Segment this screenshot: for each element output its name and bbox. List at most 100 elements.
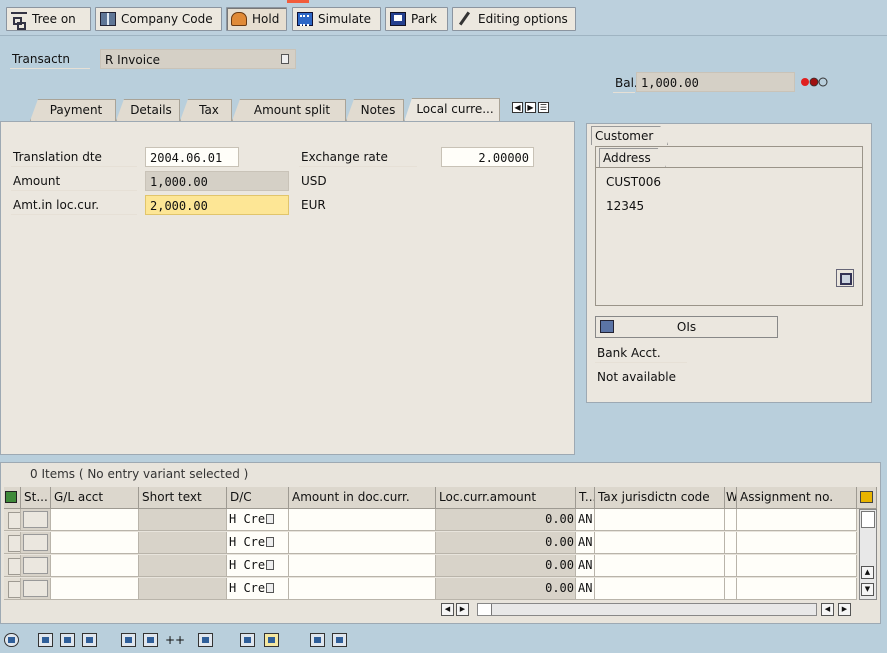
tax-code-cell[interactable]: AN bbox=[576, 578, 595, 600]
delete-row-icon[interactable] bbox=[198, 633, 213, 647]
tab-list-icon[interactable]: ☰ bbox=[538, 102, 549, 113]
vertical-scroll-thumb[interactable] bbox=[861, 511, 875, 528]
select-block-icon[interactable] bbox=[38, 633, 53, 647]
column-amount-doc[interactable]: Amount in doc.curr. bbox=[289, 487, 436, 509]
local-amount-input[interactable]: 2,000.00 bbox=[145, 195, 289, 215]
address-details-icon[interactable] bbox=[836, 269, 854, 287]
insert-row-icon[interactable] bbox=[121, 633, 136, 647]
select-all-icon[interactable] bbox=[4, 487, 21, 509]
status-button[interactable] bbox=[23, 534, 48, 551]
horizontal-scrollbar[interactable] bbox=[477, 603, 817, 616]
dc-cell[interactable]: H Cre bbox=[227, 578, 289, 600]
customer-tab[interactable]: Customer bbox=[591, 126, 668, 145]
ois-button[interactable]: OIs bbox=[595, 316, 778, 338]
amount-doc-cell[interactable] bbox=[289, 578, 436, 600]
select-all-rows-icon[interactable] bbox=[60, 633, 75, 647]
company-code-icon bbox=[100, 12, 116, 26]
tab-scroll-right-icon[interactable]: ▶ bbox=[525, 102, 536, 113]
tab-notes[interactable]: Notes bbox=[346, 99, 404, 121]
dropdown-icon[interactable] bbox=[266, 583, 275, 593]
scroll-up-icon[interactable]: ▲ bbox=[861, 566, 874, 579]
column-tax-jurisdiction[interactable]: Tax jurisdictn code bbox=[595, 487, 725, 509]
gl-account-cell[interactable] bbox=[51, 555, 139, 577]
column-dc[interactable]: D/C bbox=[227, 487, 289, 509]
park-button[interactable]: Park bbox=[385, 7, 448, 31]
column-local-amount[interactable]: Loc.curr.amount bbox=[436, 487, 576, 509]
status-button[interactable] bbox=[23, 580, 48, 597]
address-line-1: CUST006 bbox=[606, 175, 662, 189]
assignment-cell[interactable] bbox=[737, 509, 857, 531]
page-right-icon[interactable]: ▶ bbox=[456, 603, 469, 616]
exchange-rate-input[interactable]: 2.00000 bbox=[441, 147, 534, 167]
tax-code-cell[interactable]: AN bbox=[576, 509, 595, 531]
horizontal-scroll-thumb[interactable] bbox=[478, 604, 492, 615]
column-settings-icon[interactable] bbox=[857, 487, 877, 509]
assignment-cell[interactable] bbox=[737, 555, 857, 577]
hold-button[interactable]: Hold bbox=[226, 7, 287, 31]
status-button[interactable] bbox=[23, 511, 48, 528]
tab-amount-split[interactable]: Amount split bbox=[232, 99, 346, 121]
tab-scroll-left-icon[interactable]: ◀ bbox=[512, 102, 523, 113]
deselect-all-icon[interactable] bbox=[82, 633, 97, 647]
column-assignment[interactable]: Assignment no. bbox=[737, 487, 857, 509]
tax-code-cell[interactable]: AN bbox=[576, 532, 595, 554]
column-gl-account[interactable]: G/L acct bbox=[51, 487, 139, 509]
assignment-cell[interactable] bbox=[737, 578, 857, 600]
editing-options-button[interactable]: Editing options bbox=[452, 7, 576, 31]
dropdown-icon[interactable] bbox=[266, 514, 275, 524]
gl-account-cell[interactable] bbox=[51, 578, 139, 600]
move-icon[interactable]: ++ bbox=[165, 633, 185, 647]
filter-icon[interactable] bbox=[332, 633, 347, 647]
tax-code-cell[interactable]: AN bbox=[576, 555, 595, 577]
w-cell[interactable] bbox=[725, 509, 737, 531]
tax-jurisdiction-cell[interactable] bbox=[595, 532, 725, 554]
dc-cell[interactable]: H Cre bbox=[227, 532, 289, 554]
w-cell[interactable] bbox=[725, 578, 737, 600]
tree-on-button[interactable]: Tree on bbox=[6, 7, 91, 31]
tax-jurisdiction-cell[interactable] bbox=[595, 555, 725, 577]
row-selector[interactable] bbox=[4, 509, 21, 531]
tax-jurisdiction-cell[interactable] bbox=[595, 509, 725, 531]
print-icon[interactable] bbox=[310, 633, 325, 647]
address-tab[interactable]: Address bbox=[599, 148, 666, 167]
transaction-select[interactable]: R Invoice bbox=[100, 49, 296, 69]
row-selector[interactable] bbox=[4, 578, 21, 600]
dc-cell[interactable]: H Cre bbox=[227, 555, 289, 577]
w-cell[interactable] bbox=[725, 532, 737, 554]
gl-account-cell[interactable] bbox=[51, 509, 139, 531]
amount-doc-cell[interactable] bbox=[289, 555, 436, 577]
column-short-text[interactable]: Short text bbox=[139, 487, 227, 509]
column-w[interactable]: W bbox=[725, 487, 737, 509]
dc-cell[interactable]: H Cre bbox=[227, 509, 289, 531]
search-icon[interactable] bbox=[4, 633, 19, 647]
tax-jurisdiction-cell[interactable] bbox=[595, 578, 725, 600]
dropdown-icon[interactable] bbox=[266, 560, 275, 570]
w-cell[interactable] bbox=[725, 555, 737, 577]
short-text-cell bbox=[139, 509, 227, 531]
column-status[interactable]: St... bbox=[21, 487, 51, 509]
column-tax[interactable]: T... bbox=[576, 487, 595, 509]
tab-local-currency[interactable]: Local curre... bbox=[404, 98, 500, 122]
tab-payment[interactable]: Payment bbox=[30, 99, 116, 121]
row-selector[interactable] bbox=[4, 532, 21, 554]
scroll-right-icon[interactable]: ▶ bbox=[838, 603, 851, 616]
page-left-icon[interactable]: ◀ bbox=[441, 603, 454, 616]
copy-row-icon[interactable] bbox=[143, 633, 158, 647]
copy-icon[interactable] bbox=[240, 633, 255, 647]
company-code-button[interactable]: Company Code bbox=[95, 7, 222, 31]
row-selector[interactable] bbox=[4, 555, 21, 577]
local-amount-cell: 0.00 bbox=[436, 509, 576, 531]
paste-icon[interactable] bbox=[264, 633, 279, 647]
amount-doc-cell[interactable] bbox=[289, 532, 436, 554]
amount-doc-cell[interactable] bbox=[289, 509, 436, 531]
dropdown-icon[interactable] bbox=[266, 537, 275, 547]
simulate-button[interactable]: Simulate bbox=[292, 7, 381, 31]
status-button[interactable] bbox=[23, 557, 48, 574]
tab-details[interactable]: Details bbox=[116, 99, 180, 121]
scroll-left-icon[interactable]: ◀ bbox=[821, 603, 834, 616]
scroll-down-icon[interactable]: ▼ bbox=[861, 583, 874, 596]
assignment-cell[interactable] bbox=[737, 532, 857, 554]
gl-account-cell[interactable] bbox=[51, 532, 139, 554]
translation-date-input[interactable]: 2004.06.01 bbox=[145, 147, 239, 167]
tab-tax[interactable]: Tax bbox=[180, 99, 232, 121]
